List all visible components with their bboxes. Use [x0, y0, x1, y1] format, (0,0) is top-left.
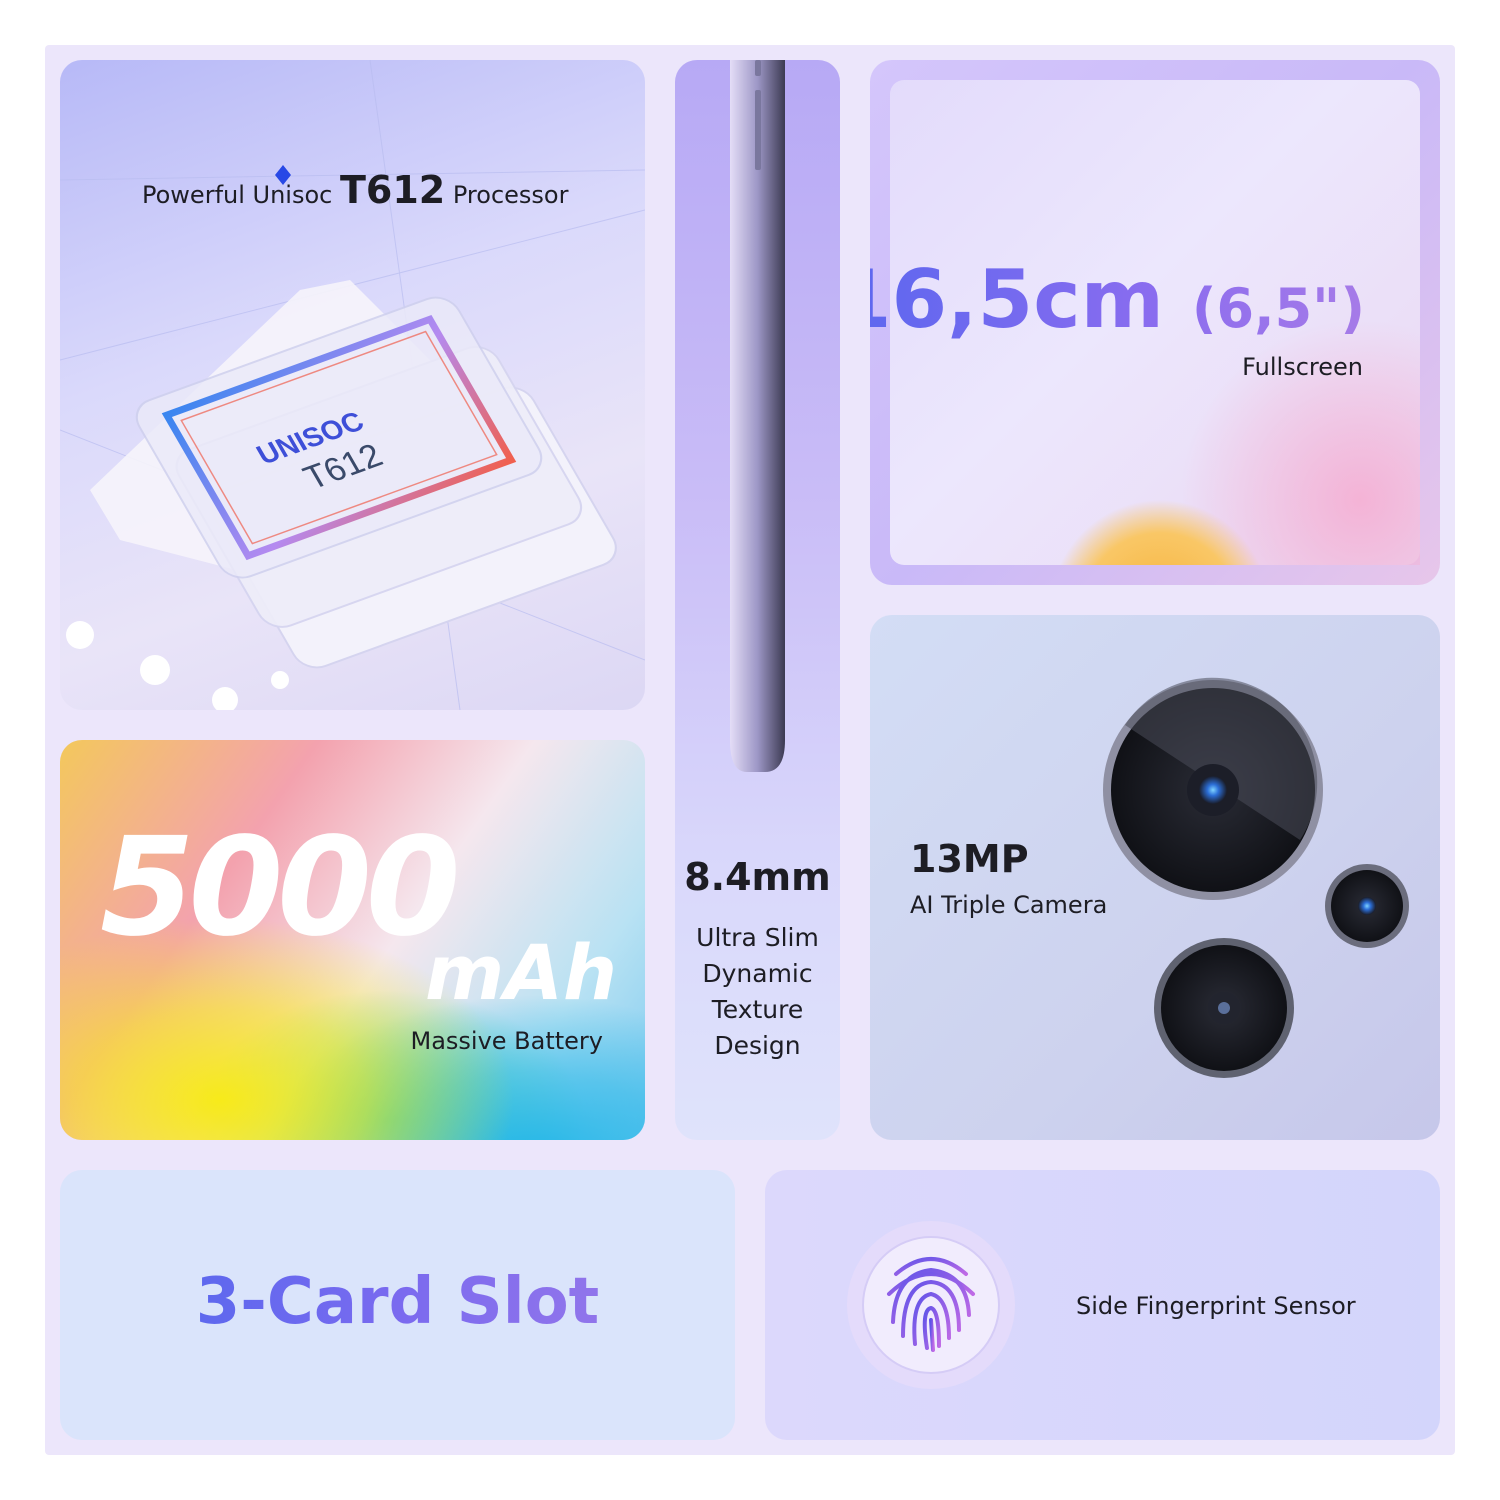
card-slot-title: 3-Card Slot [60, 1270, 735, 1334]
camera-label: AI Triple Camera [910, 891, 1108, 919]
processor-title: Powerful Unisoc T612 Processor [142, 168, 569, 212]
camera-tile: 13MP AI Triple Camera [870, 615, 1440, 1140]
display-tile: 16,5cm (6,5") Fullscreen [870, 60, 1440, 585]
thickness-value: 8.4mm [684, 855, 831, 899]
display-label: Fullscreen [1242, 353, 1363, 381]
battery-capacity: 5000 [100, 809, 461, 967]
design-description: Ultra Slim Dynamic Texture Design [696, 923, 819, 1060]
display-size: 16,5cm (6,5") [870, 260, 1365, 340]
secondary-lens-icon [1325, 864, 1409, 948]
slim-design-tile: 8.4mm Ultra Slim Dynamic Texture Design [675, 60, 840, 1140]
fingerprint-label: Side Fingerprint Sensor [1076, 1292, 1356, 1320]
battery-label: Massive Battery [410, 1027, 603, 1055]
battery-tile: 5000 mAh Massive Battery [60, 740, 645, 1140]
camera-resolution: 13MP [910, 837, 1029, 881]
processor-tile: UNISOC T612 Powerful Unisoc T612 Process… [60, 60, 645, 710]
chip-illustration: UNISOC T612 [60, 60, 645, 710]
card-slot-tile: 3-Card Slot [60, 1170, 735, 1440]
main-lens-icon [1103, 677, 1323, 900]
fingerprint-tile: Side Fingerprint Sensor [765, 1170, 1440, 1440]
battery-unit: mAh [425, 928, 618, 1017]
chip-stack: UNISOC T612 [135, 296, 617, 669]
tertiary-lens-icon [1154, 938, 1294, 1078]
